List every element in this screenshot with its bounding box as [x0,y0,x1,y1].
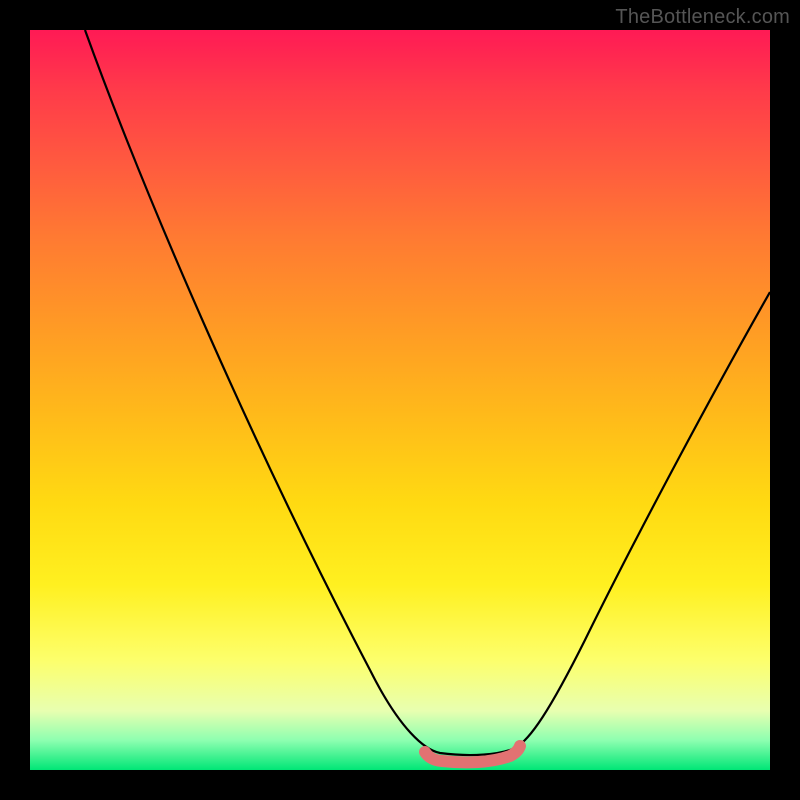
plot-area [30,30,770,770]
bottleneck-curve [30,30,770,770]
watermark-text: TheBottleneck.com [615,6,790,29]
curve-path [85,30,770,755]
chart-frame: TheBottleneck.com [0,0,800,800]
